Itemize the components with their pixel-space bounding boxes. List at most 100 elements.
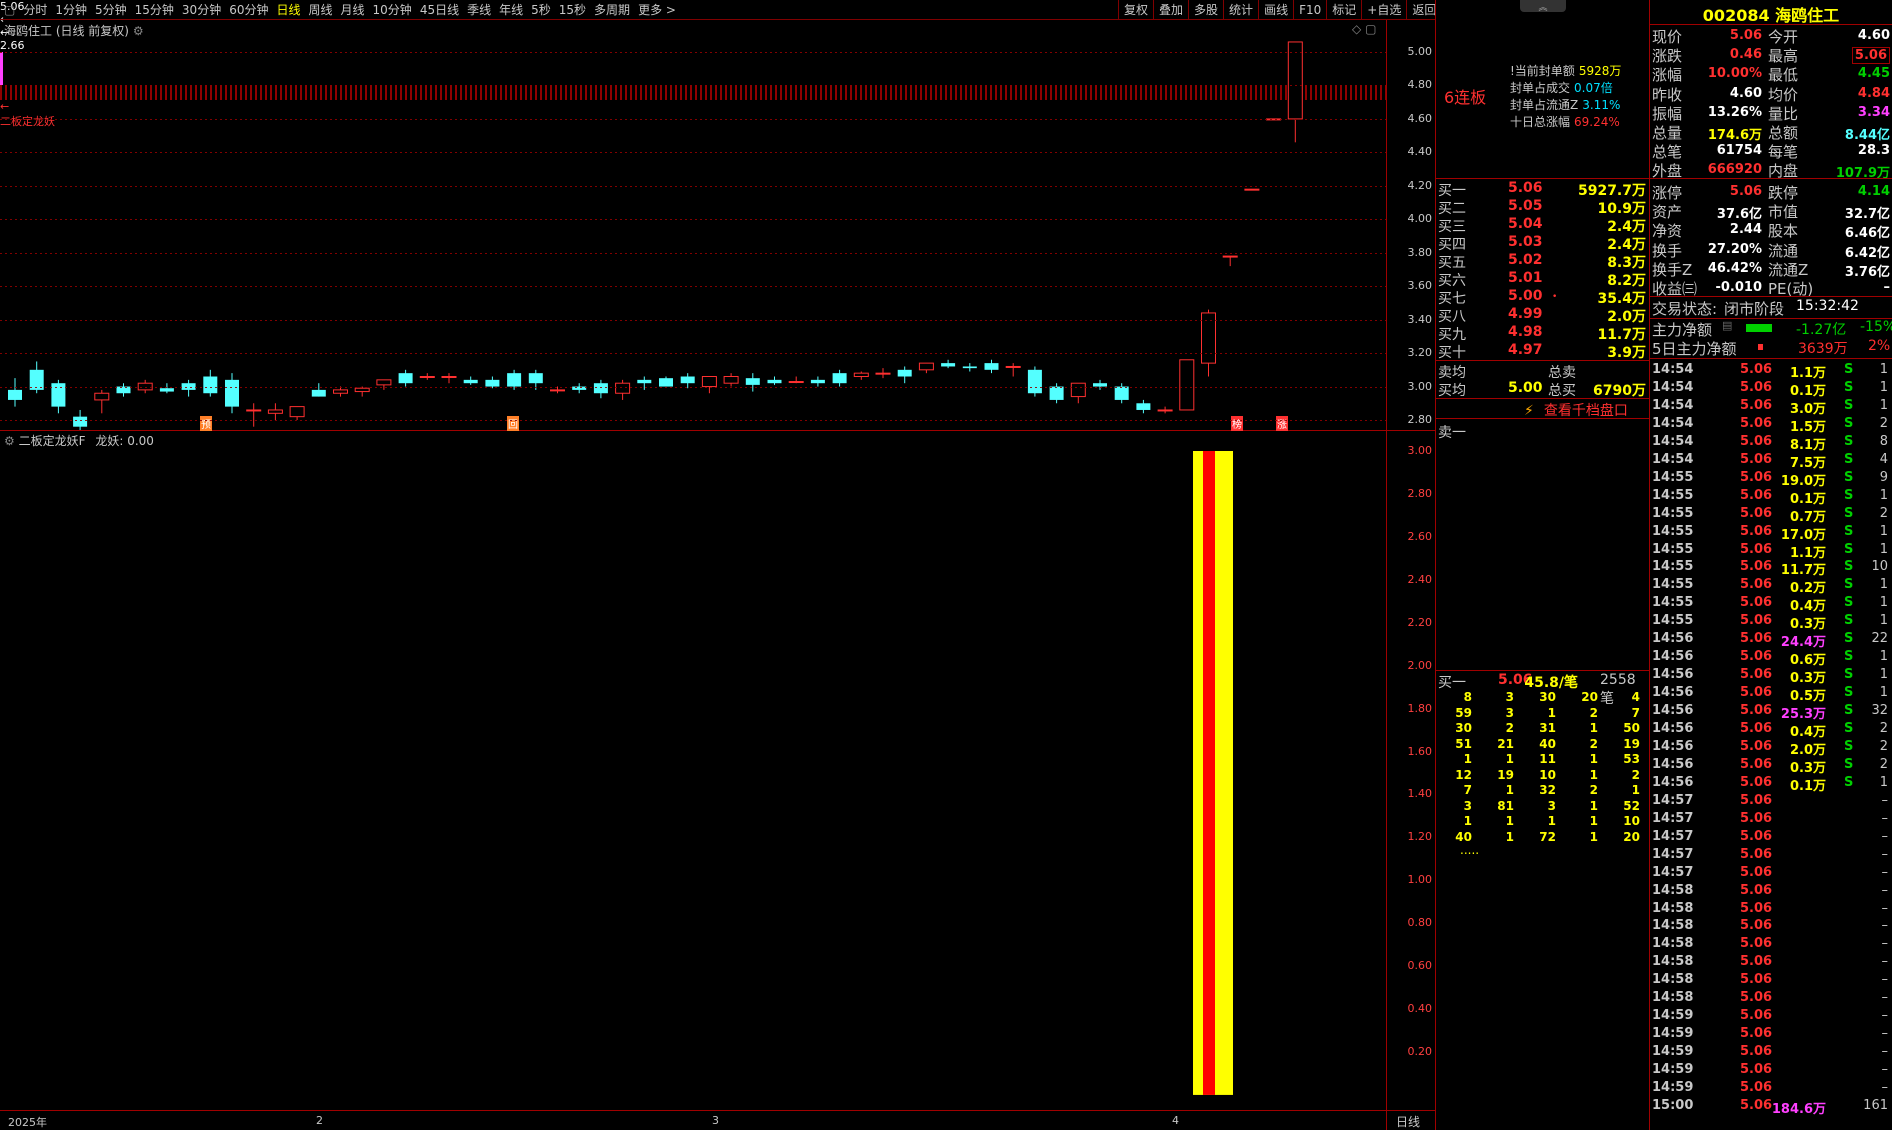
candlestick-chart[interactable] <box>0 30 1386 430</box>
candle[interactable] <box>311 383 326 397</box>
candle[interactable] <box>441 373 457 384</box>
marker-zhang[interactable]: 涨 <box>1276 416 1288 431</box>
candle[interactable] <box>962 363 977 372</box>
candle[interactable] <box>51 379 66 414</box>
toolbar-menu-icon[interactable]: ▢ <box>0 0 19 20</box>
candle[interactable] <box>1179 359 1195 411</box>
period-tab-year[interactable]: 年线 <box>495 0 527 20</box>
indicator-bar[interactable] <box>1193 451 1233 1095</box>
period-tab-quarter[interactable]: 季线 <box>463 0 495 20</box>
candle[interactable] <box>788 376 804 384</box>
add-watchlist-button[interactable]: +自选 <box>1361 0 1406 20</box>
tick-count: – <box>1881 828 1889 844</box>
period-tab-more[interactable]: 更多 > <box>634 0 680 20</box>
candle[interactable] <box>941 359 956 369</box>
period-tab-monthly[interactable]: 月线 <box>337 0 369 20</box>
f10-button[interactable]: F10 <box>1293 0 1326 20</box>
candle[interactable] <box>225 373 239 414</box>
candle[interactable] <box>875 368 891 379</box>
draw-button[interactable]: 画线 <box>1258 0 1293 20</box>
candle[interactable] <box>94 389 110 414</box>
candle[interactable] <box>1005 363 1021 377</box>
candle[interactable] <box>1157 406 1173 414</box>
candle[interactable] <box>659 376 673 387</box>
collapse-up-icon[interactable]: ︽ <box>1520 0 1566 13</box>
tick-price: 5.06 <box>1740 882 1773 898</box>
stats-button[interactable]: 统计 <box>1223 0 1258 20</box>
fuquan-button[interactable]: 复权 <box>1118 0 1153 20</box>
candle[interactable] <box>637 376 652 390</box>
overlay-button[interactable]: 叠加 <box>1153 0 1188 20</box>
candle[interactable] <box>116 383 131 397</box>
period-tab-1min[interactable]: 1分钟 <box>51 0 91 20</box>
tick-row: 14:59 5.06 – <box>1652 1062 1892 1080</box>
candle[interactable] <box>159 383 174 394</box>
period-tab-60min[interactable]: 60分钟 <box>225 0 272 20</box>
candle[interactable] <box>376 379 392 390</box>
back-button[interactable]: 返回 <box>1406 0 1441 20</box>
period-tab-10min[interactable]: 10分钟 <box>369 0 416 20</box>
period-tab-5sec[interactable]: 5秒 <box>527 0 555 20</box>
tick-count: 1 <box>1879 487 1888 503</box>
candle[interactable] <box>289 406 305 420</box>
marker-pre[interactable]: 预 <box>200 416 212 431</box>
indicator-chart[interactable] <box>0 440 1386 1110</box>
candle[interactable] <box>767 376 782 385</box>
candle[interactable] <box>897 366 912 384</box>
price-tick-4.80: 4.80 <box>1407 78 1433 92</box>
candle[interactable] <box>701 376 717 394</box>
candle[interactable] <box>1136 399 1151 414</box>
candle[interactable] <box>246 403 262 427</box>
period-tab-30min[interactable]: 30分钟 <box>178 0 225 20</box>
candle[interactable] <box>745 373 760 392</box>
candle[interactable] <box>267 403 283 420</box>
tick-time: 14:56 <box>1652 774 1694 790</box>
tick-time: 14:56 <box>1652 721 1694 736</box>
candle[interactable] <box>593 379 608 399</box>
buy-label: 买五 <box>1438 255 1466 271</box>
candle[interactable] <box>550 386 565 394</box>
period-tab-15min[interactable]: 15分钟 <box>131 0 178 20</box>
candle[interactable] <box>181 379 196 397</box>
marker-back[interactable]: 回 <box>507 416 519 431</box>
candle[interactable] <box>615 379 631 400</box>
candle[interactable] <box>333 386 348 397</box>
candle[interactable] <box>29 361 44 394</box>
candle[interactable] <box>572 383 587 394</box>
candle[interactable] <box>1027 366 1042 397</box>
tick-count: 1 <box>1879 595 1888 611</box>
period-tab-5min[interactable]: 5分钟 <box>91 0 131 20</box>
quote-value: 0.46 <box>1729 47 1762 63</box>
candle[interactable] <box>419 373 435 380</box>
period-tab-multi[interactable]: 多周期 <box>590 0 634 20</box>
candle[interactable] <box>1244 188 1260 191</box>
candle-body <box>289 406 305 418</box>
candle[interactable] <box>723 373 739 387</box>
candle[interactable] <box>1222 255 1238 267</box>
period-tab-fenshi[interactable]: 分时 <box>19 0 51 20</box>
candle[interactable] <box>810 376 825 387</box>
candle[interactable] <box>984 359 999 374</box>
period-tab-daily[interactable]: 日线 <box>272 0 304 20</box>
gridline-3.00 <box>0 386 1386 388</box>
candle[interactable] <box>398 369 413 387</box>
period-tab-15sec[interactable]: 15秒 <box>555 0 590 20</box>
mark-button[interactable]: 标记 <box>1326 0 1361 20</box>
candle[interactable] <box>354 386 370 397</box>
marker-bang[interactable]: 榜 <box>1231 416 1243 431</box>
gridline-4.40 <box>0 152 1386 154</box>
candle[interactable] <box>853 371 869 380</box>
candle[interactable] <box>203 369 218 397</box>
multi-stock-button[interactable]: 多股 <box>1188 0 1223 20</box>
info-icon[interactable]: ▤ <box>1722 319 1732 332</box>
candle[interactable] <box>1287 41 1303 143</box>
period-tab-weekly[interactable]: 周线 <box>305 0 337 20</box>
period-tab-45day[interactable]: 45日线 <box>416 0 463 20</box>
candle[interactable] <box>8 378 22 407</box>
candle[interactable] <box>832 369 847 387</box>
candle[interactable] <box>918 362 934 374</box>
depth-link[interactable]: ⚡ 查看千档盘口 <box>1524 400 1628 420</box>
seal-key: 十日总涨幅 <box>1510 115 1571 129</box>
candle[interactable] <box>463 376 478 385</box>
candle[interactable] <box>1093 379 1107 390</box>
